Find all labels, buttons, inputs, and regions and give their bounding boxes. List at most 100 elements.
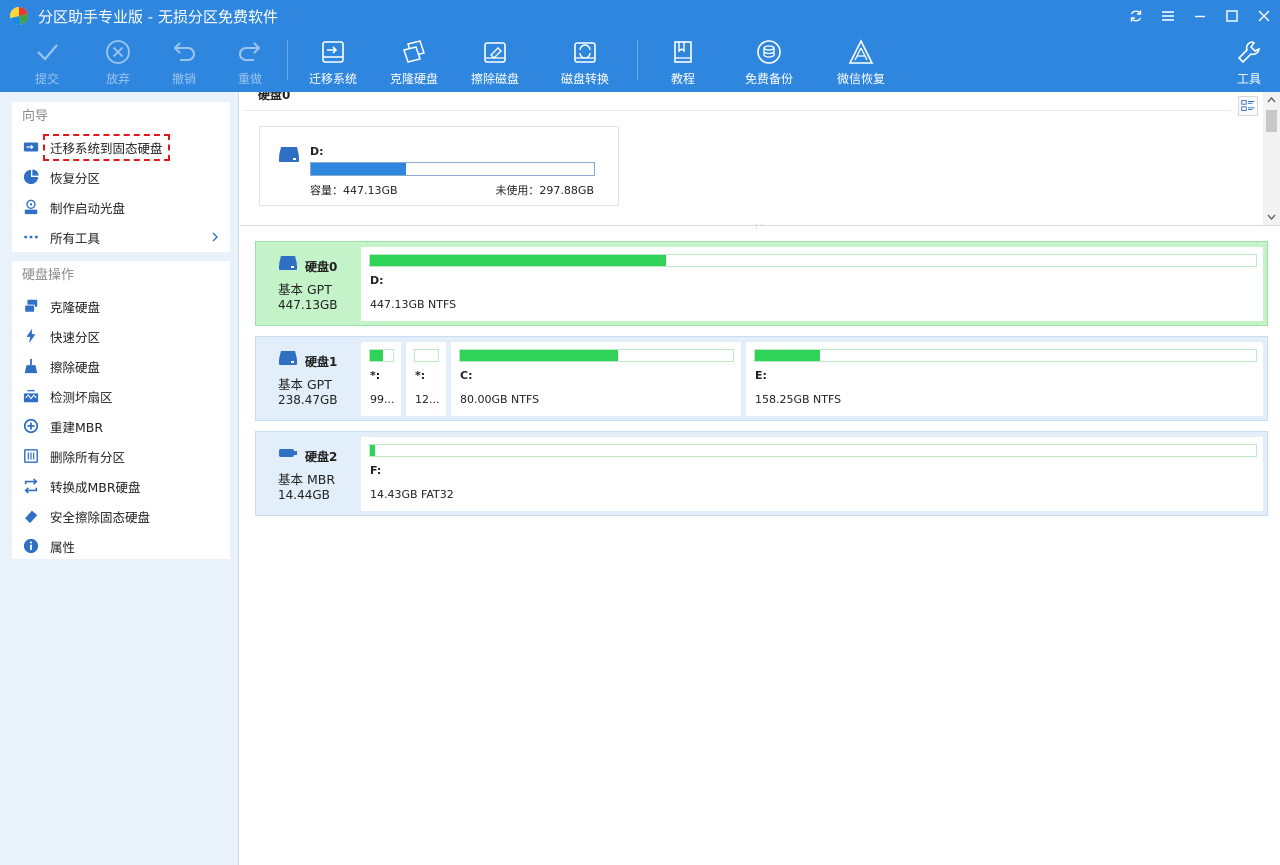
- scroll-down-icon: [1267, 214, 1276, 220]
- partition-info: 158.25GB NTFS: [755, 393, 842, 406]
- sidebar-item-label: 检测坏扇区: [50, 389, 113, 405]
- usage-bar: [414, 349, 439, 362]
- book-icon: [674, 41, 692, 63]
- vertical-scrollbar[interactable]: [1263, 92, 1280, 225]
- sidebar-item-label: 删除所有分区: [50, 449, 126, 465]
- view-toggle-button[interactable]: [1238, 96, 1258, 116]
- disk-size: 14.44GB: [278, 488, 330, 502]
- sidebar-item-all-tools[interactable]: 所有工具: [12, 222, 230, 252]
- sidebar-item-clone-disk[interactable]: 克隆硬盘: [12, 291, 230, 321]
- partition-block-c[interactable]: C: 80.00GB NTFS: [451, 342, 741, 416]
- sidebar-item-recover-partition[interactable]: 恢复分区: [12, 162, 230, 192]
- undo-icon: [173, 42, 195, 61]
- sidebar-item-properties[interactable]: 属性: [12, 531, 230, 561]
- refresh-button[interactable]: [1120, 0, 1152, 32]
- undo-button[interactable]: 撤销: [167, 32, 201, 92]
- sidebar-item-rebuild-mbr[interactable]: 重建MBR: [12, 411, 230, 441]
- check-icon: [37, 44, 58, 61]
- sidebar-item-convert-mbr[interactable]: 转换成MBR硬盘: [12, 471, 230, 501]
- pane-splitter[interactable]: · · ·: [755, 222, 767, 233]
- partition-block-star-1[interactable]: *: 99...: [361, 342, 401, 416]
- redo-button[interactable]: 重做: [233, 32, 267, 92]
- usage-bar-fill: [755, 350, 821, 361]
- info-icon: [22, 537, 40, 555]
- disk-info: 硬盘2 基本 MBR 14.44GB: [256, 432, 356, 515]
- maximize-button[interactable]: [1216, 0, 1248, 32]
- partition-name: F:: [370, 464, 382, 477]
- partition-card-d[interactable]: D: 容量：447.13GB 未使用：297.88GB: [259, 126, 619, 206]
- broom-icon: [22, 357, 40, 375]
- partition-name: D:: [310, 145, 324, 158]
- disk-name: 硬盘2: [305, 450, 338, 464]
- scrollbar-thumb[interactable]: [1266, 110, 1277, 132]
- convert-icon: [22, 477, 40, 495]
- unused-text: 未使用：297.88GB: [495, 184, 594, 197]
- partition-block-e[interactable]: E: 158.25GB NTFS: [746, 342, 1263, 416]
- clone-disk-icon: [403, 40, 425, 63]
- main-area: 硬盘0 D: 容量：447.13GB 未使用：297.88GB · · · 硬盘…: [240, 92, 1280, 865]
- menu-button[interactable]: [1152, 0, 1184, 32]
- disk-info: 硬盘1 基本 GPT 238.47GB: [256, 337, 356, 420]
- usage-bar: [369, 254, 1257, 267]
- sidebar-item-wipe-disk[interactable]: 擦除硬盘: [12, 351, 230, 381]
- wrench-icon: [1237, 41, 1260, 64]
- sidebar-item-boot-disk[interactable]: 制作启动光盘: [12, 192, 230, 222]
- tools-button[interactable]: 工具: [1234, 32, 1264, 92]
- menu-icon: [1162, 11, 1174, 21]
- recovery-icon: [848, 39, 874, 64]
- sidebar-item-label: 所有工具: [50, 230, 101, 246]
- sidebar-item-delete-all-partitions[interactable]: 删除所有分区: [12, 441, 230, 471]
- capacity-text: 容量：447.13GB: [310, 184, 398, 197]
- disk-row-2[interactable]: 硬盘2 基本 MBR 14.44GB F: 14.43GB FAT32: [255, 431, 1268, 516]
- close-button[interactable]: [1248, 0, 1280, 32]
- sidebar-item-label: 恢复分区: [50, 170, 101, 186]
- partition-info: 12...: [415, 393, 440, 406]
- sidebar-item-quick-partition[interactable]: 快速分区: [12, 321, 230, 351]
- disk-row-1[interactable]: 硬盘1 基本 GPT 238.47GB *: 99... *: 12... C:…: [255, 336, 1268, 421]
- partition-info: 99...: [370, 393, 395, 406]
- disk-info: 硬盘0 基本 GPT 447.13GB: [256, 242, 356, 325]
- dots-icon: [22, 228, 40, 246]
- hdd-icon: [279, 351, 297, 365]
- partition-block-star-2[interactable]: *: 12...: [406, 342, 446, 416]
- usage-bar-fill: [460, 350, 619, 361]
- usage-bar: [459, 349, 734, 362]
- disk-convert-button[interactable]: 磁盘转换: [558, 32, 612, 92]
- migrate-os-button[interactable]: 迁移系统: [306, 32, 360, 92]
- migrate-disk-icon: [22, 138, 40, 156]
- free-backup-button[interactable]: 免费备份: [742, 32, 796, 92]
- wizard-title: 向导: [22, 109, 49, 124]
- sidebar-item-label: 擦除硬盘: [50, 359, 101, 375]
- scroll-up-icon: [1267, 97, 1276, 103]
- usage-bar: [369, 349, 394, 362]
- disk-convert-icon: [574, 42, 596, 63]
- sidebar-item-label: 属性: [50, 539, 76, 555]
- disk-icon: [279, 147, 299, 162]
- tutorial-button[interactable]: 教程: [668, 32, 698, 92]
- clone-disk-icon: [22, 297, 40, 315]
- commit-button[interactable]: 提交: [30, 32, 64, 92]
- sidebar-item-secure-erase-ssd[interactable]: 安全擦除固态硬盘: [12, 501, 230, 531]
- pie-chart-icon: [22, 168, 40, 186]
- partition-block-f[interactable]: F: 14.43GB FAT32: [361, 437, 1263, 511]
- sidebar-item-check-bad-sectors[interactable]: 检测坏扇区: [12, 381, 230, 411]
- wechat-recovery-button[interactable]: 微信恢复: [834, 32, 888, 92]
- discard-button[interactable]: 放弃: [101, 32, 135, 92]
- top-disk-label: 硬盘0: [258, 92, 291, 102]
- disk-ops-title: 硬盘操作: [22, 268, 75, 283]
- sidebar-item-migrate-ssd[interactable]: 迁移系统到固态硬盘: [12, 132, 230, 162]
- disk-name: 硬盘1: [305, 355, 338, 369]
- disk-ops-panel: 硬盘操作 克隆硬盘 快速分区 擦除硬盘 检测坏扇区 重建MBR 删除所有分区 转…: [12, 261, 230, 559]
- refresh-icon: [1130, 10, 1142, 22]
- hdd-icon: [279, 256, 297, 270]
- clone-disk-button[interactable]: 克隆硬盘: [387, 32, 441, 92]
- partition-name: D:: [370, 274, 384, 287]
- usage-bar: [369, 444, 1257, 457]
- minimize-button[interactable]: [1184, 0, 1216, 32]
- sidebar-item-label: 安全擦除固态硬盘: [50, 509, 151, 525]
- disk-row-0[interactable]: 硬盘0 基本 GPT 447.13GB D: 447.13GB NTFS: [255, 241, 1268, 326]
- sidebar: 向导 迁移系统到固态硬盘 恢复分区 制作启动光盘 所有工具 硬盘操作 克隆硬盘 …: [0, 92, 239, 865]
- wipe-disk-button[interactable]: 擦除磁盘: [468, 32, 522, 92]
- partition-block-d[interactable]: D: 447.13GB NTFS: [361, 247, 1263, 321]
- window-title: 分区助手专业版 - 无损分区免费软件: [38, 7, 278, 26]
